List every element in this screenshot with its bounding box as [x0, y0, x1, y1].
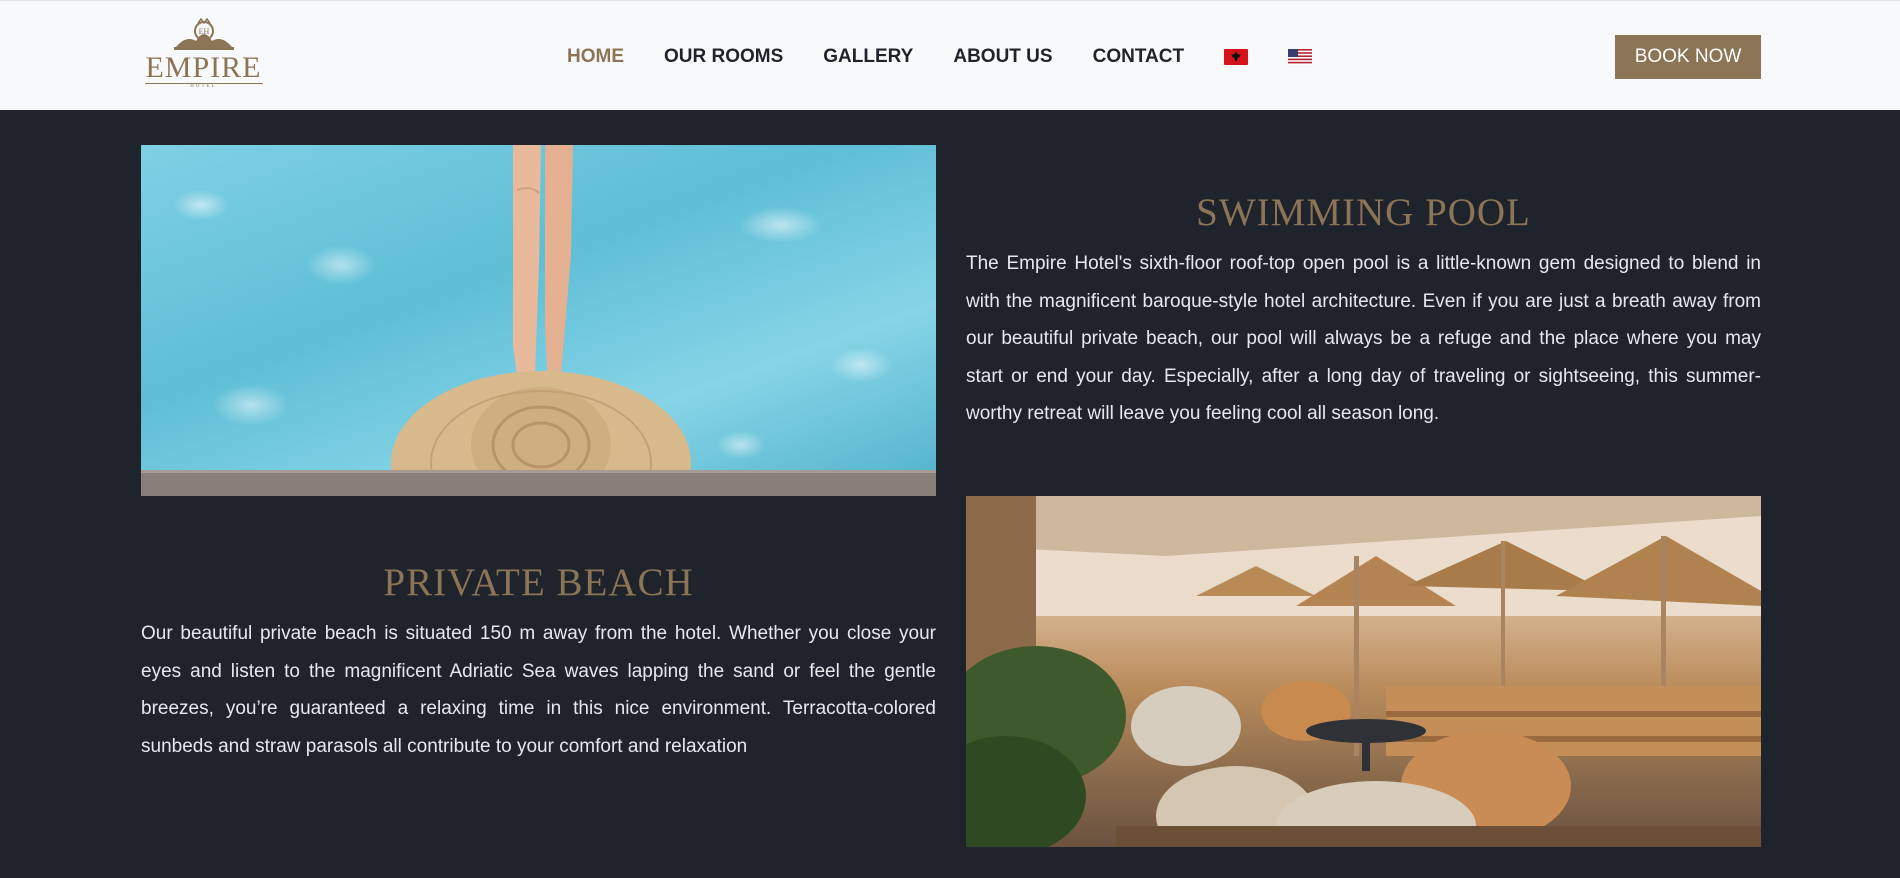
- site-header: EH EMPIRE HOTEL HOME OUR ROOMS GALLERY A…: [0, 0, 1900, 110]
- swimming-pool-image: [141, 145, 936, 496]
- private-beach-image: [966, 496, 1761, 847]
- albania-flag-icon[interactable]: [1224, 49, 1249, 65]
- private-beach-description: Our beautiful private beach is situated …: [141, 623, 936, 757]
- main-nav: HOME OUR ROOMS GALLERY ABOUT US CONTACT: [567, 45, 1352, 69]
- svg-text:EH: EH: [198, 27, 209, 36]
- logo-wordmark: EMPIRE: [145, 51, 262, 84]
- crown-crest-icon: EH: [173, 17, 234, 50]
- nav-our-rooms[interactable]: OUR ROOMS: [664, 45, 783, 69]
- hotel-logo[interactable]: EH EMPIRE HOTEL: [141, 17, 266, 95]
- logo-subtitle: HOTEL: [144, 83, 263, 90]
- beach-lounge-illustration: [966, 496, 1761, 847]
- private-beach-title: PRIVATE BEACH: [383, 561, 694, 604]
- nav-gallery[interactable]: GALLERY: [823, 45, 913, 69]
- book-now-button[interactable]: BOOK NOW: [1615, 35, 1761, 79]
- pool-woman-illustration: [141, 145, 936, 496]
- swimming-pool-description: The Empire Hotel's sixth-floor roof-top …: [966, 253, 1761, 424]
- usa-flag-icon[interactable]: [1288, 49, 1313, 65]
- swimming-pool-title: SWIMMING POOL: [1196, 191, 1531, 234]
- nav-about-us[interactable]: ABOUT US: [953, 45, 1052, 69]
- nav-contact[interactable]: CONTACT: [1093, 45, 1184, 69]
- nav-home[interactable]: HOME: [567, 45, 624, 69]
